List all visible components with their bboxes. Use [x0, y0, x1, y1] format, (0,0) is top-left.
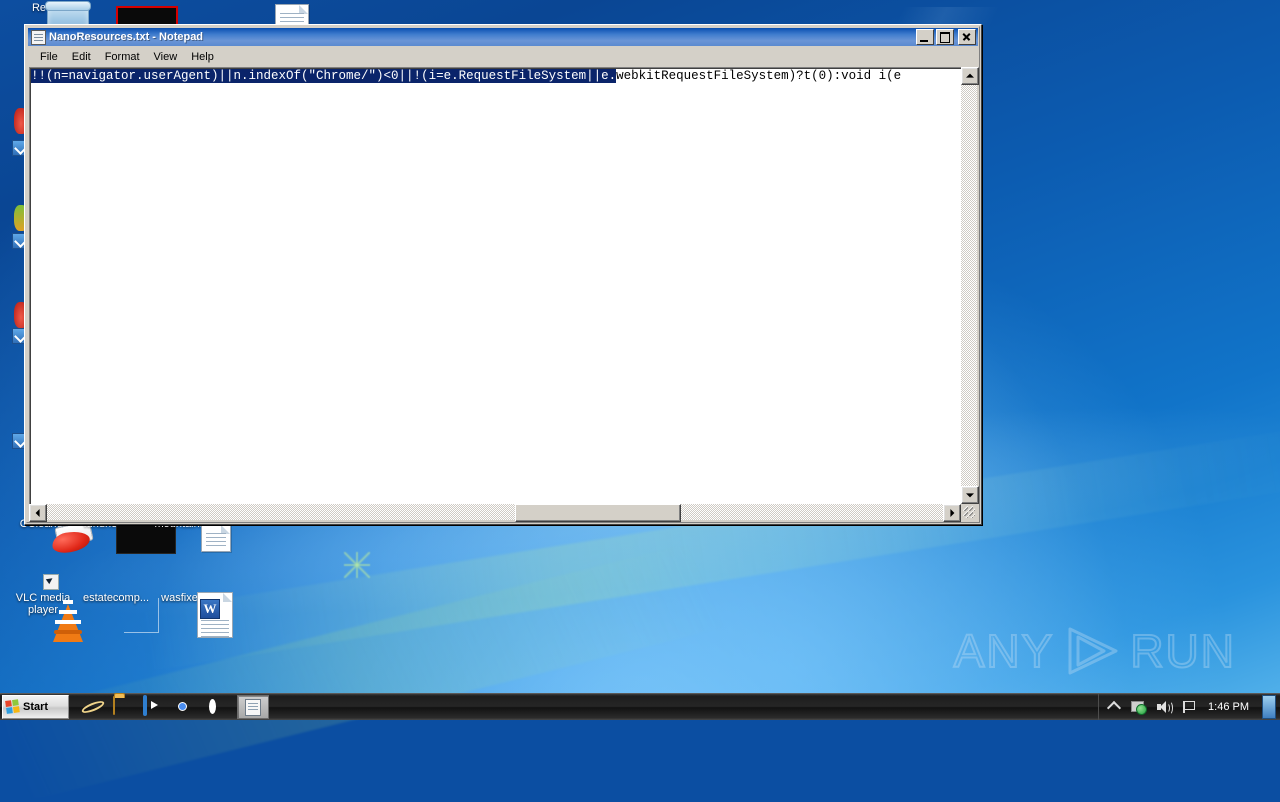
- desktop-icon-estatecomp[interactable]: estatecomp...: [79, 592, 159, 633]
- show-desktop-button[interactable]: [1262, 695, 1276, 719]
- notepad-icon: [31, 29, 46, 45]
- vertical-scrollbar[interactable]: [961, 67, 979, 504]
- menu-item-view[interactable]: View: [147, 49, 185, 65]
- start-button-label: Start: [23, 701, 49, 713]
- shortcut-arrow-icon: [43, 574, 59, 590]
- network-icon[interactable]: [1131, 699, 1148, 715]
- window-title: NanoResources.txt - Notepad: [49, 31, 204, 43]
- quick-launch-bar: [83, 695, 223, 717]
- unselected-text: webkitRequestFileSystem)?t(0):void i(e: [616, 69, 902, 83]
- scroll-left-arrow[interactable]: [29, 504, 47, 522]
- notepad-icon: [245, 698, 261, 716]
- play-triangle-icon: [1064, 625, 1120, 677]
- action-center-flag-icon[interactable]: [1181, 699, 1197, 715]
- scroll-up-arrow[interactable]: [961, 67, 979, 85]
- notepad-text-area[interactable]: !!(n=navigator.userAgent)||n.indexOf("Ch…: [29, 67, 977, 520]
- anyrun-watermark: ANY RUN: [953, 624, 1236, 678]
- minimize-button[interactable]: [916, 29, 934, 45]
- window-controls: [916, 29, 976, 45]
- show-hidden-icons-icon[interactable]: [1106, 699, 1122, 715]
- scroll-right-arrow[interactable]: [943, 504, 961, 522]
- close-button[interactable]: [958, 29, 976, 45]
- windows-explorer-icon[interactable]: [113, 696, 133, 717]
- desktop-icon-wasfixed-rtf[interactable]: W wasfixed.rtf: [152, 592, 233, 638]
- watermark-text-left: ANY: [953, 624, 1055, 678]
- google-chrome-icon[interactable]: [173, 697, 193, 717]
- selected-text: !!(n=navigator.userAgent)||n.indexOf("Ch…: [31, 69, 617, 83]
- windows-logo-icon: [5, 699, 21, 715]
- window-resize-grip[interactable]: [961, 504, 977, 520]
- desktop-icon-recycle-bin[interactable]: Re: [2, 1, 91, 40]
- menu-item-file[interactable]: File: [33, 49, 65, 65]
- taskbar-clock[interactable]: 1:46 PM: [1206, 701, 1251, 713]
- notepad-menubar: File Edit Format View Help: [28, 47, 978, 66]
- notepad-text-line: !!(n=navigator.userAgent)||n.indexOf("Ch…: [31, 69, 901, 84]
- menu-item-edit[interactable]: Edit: [65, 49, 98, 65]
- horizontal-scroll-thumb[interactable]: [515, 504, 681, 522]
- menu-item-format[interactable]: Format: [98, 49, 147, 65]
- taskbar: Start 1:46 PM: [0, 693, 1280, 720]
- scroll-down-arrow[interactable]: [961, 486, 979, 504]
- start-button[interactable]: Start: [2, 695, 69, 719]
- watermark-text-right: RUN: [1129, 624, 1236, 678]
- wallpaper-sparkle: [344, 552, 370, 578]
- windows-media-player-icon[interactable]: [143, 695, 163, 717]
- internet-explorer-icon[interactable]: [83, 697, 103, 717]
- taskbar-button-notepad[interactable]: [237, 695, 269, 719]
- notepad-window[interactable]: NanoResources.txt - Notepad File Edit Fo…: [24, 24, 982, 525]
- volume-icon[interactable]: [1156, 699, 1174, 715]
- notepad-titlebar[interactable]: NanoResources.txt - Notepad: [28, 28, 978, 46]
- horizontal-scrollbar[interactable]: [29, 504, 961, 522]
- opera-browser-icon[interactable]: [203, 697, 223, 717]
- maximize-button[interactable]: [936, 29, 954, 45]
- desktop-icon-vlc[interactable]: VLC media player: [6, 574, 83, 642]
- system-tray: 1:46 PM: [1098, 694, 1280, 720]
- menu-item-help[interactable]: Help: [184, 49, 221, 65]
